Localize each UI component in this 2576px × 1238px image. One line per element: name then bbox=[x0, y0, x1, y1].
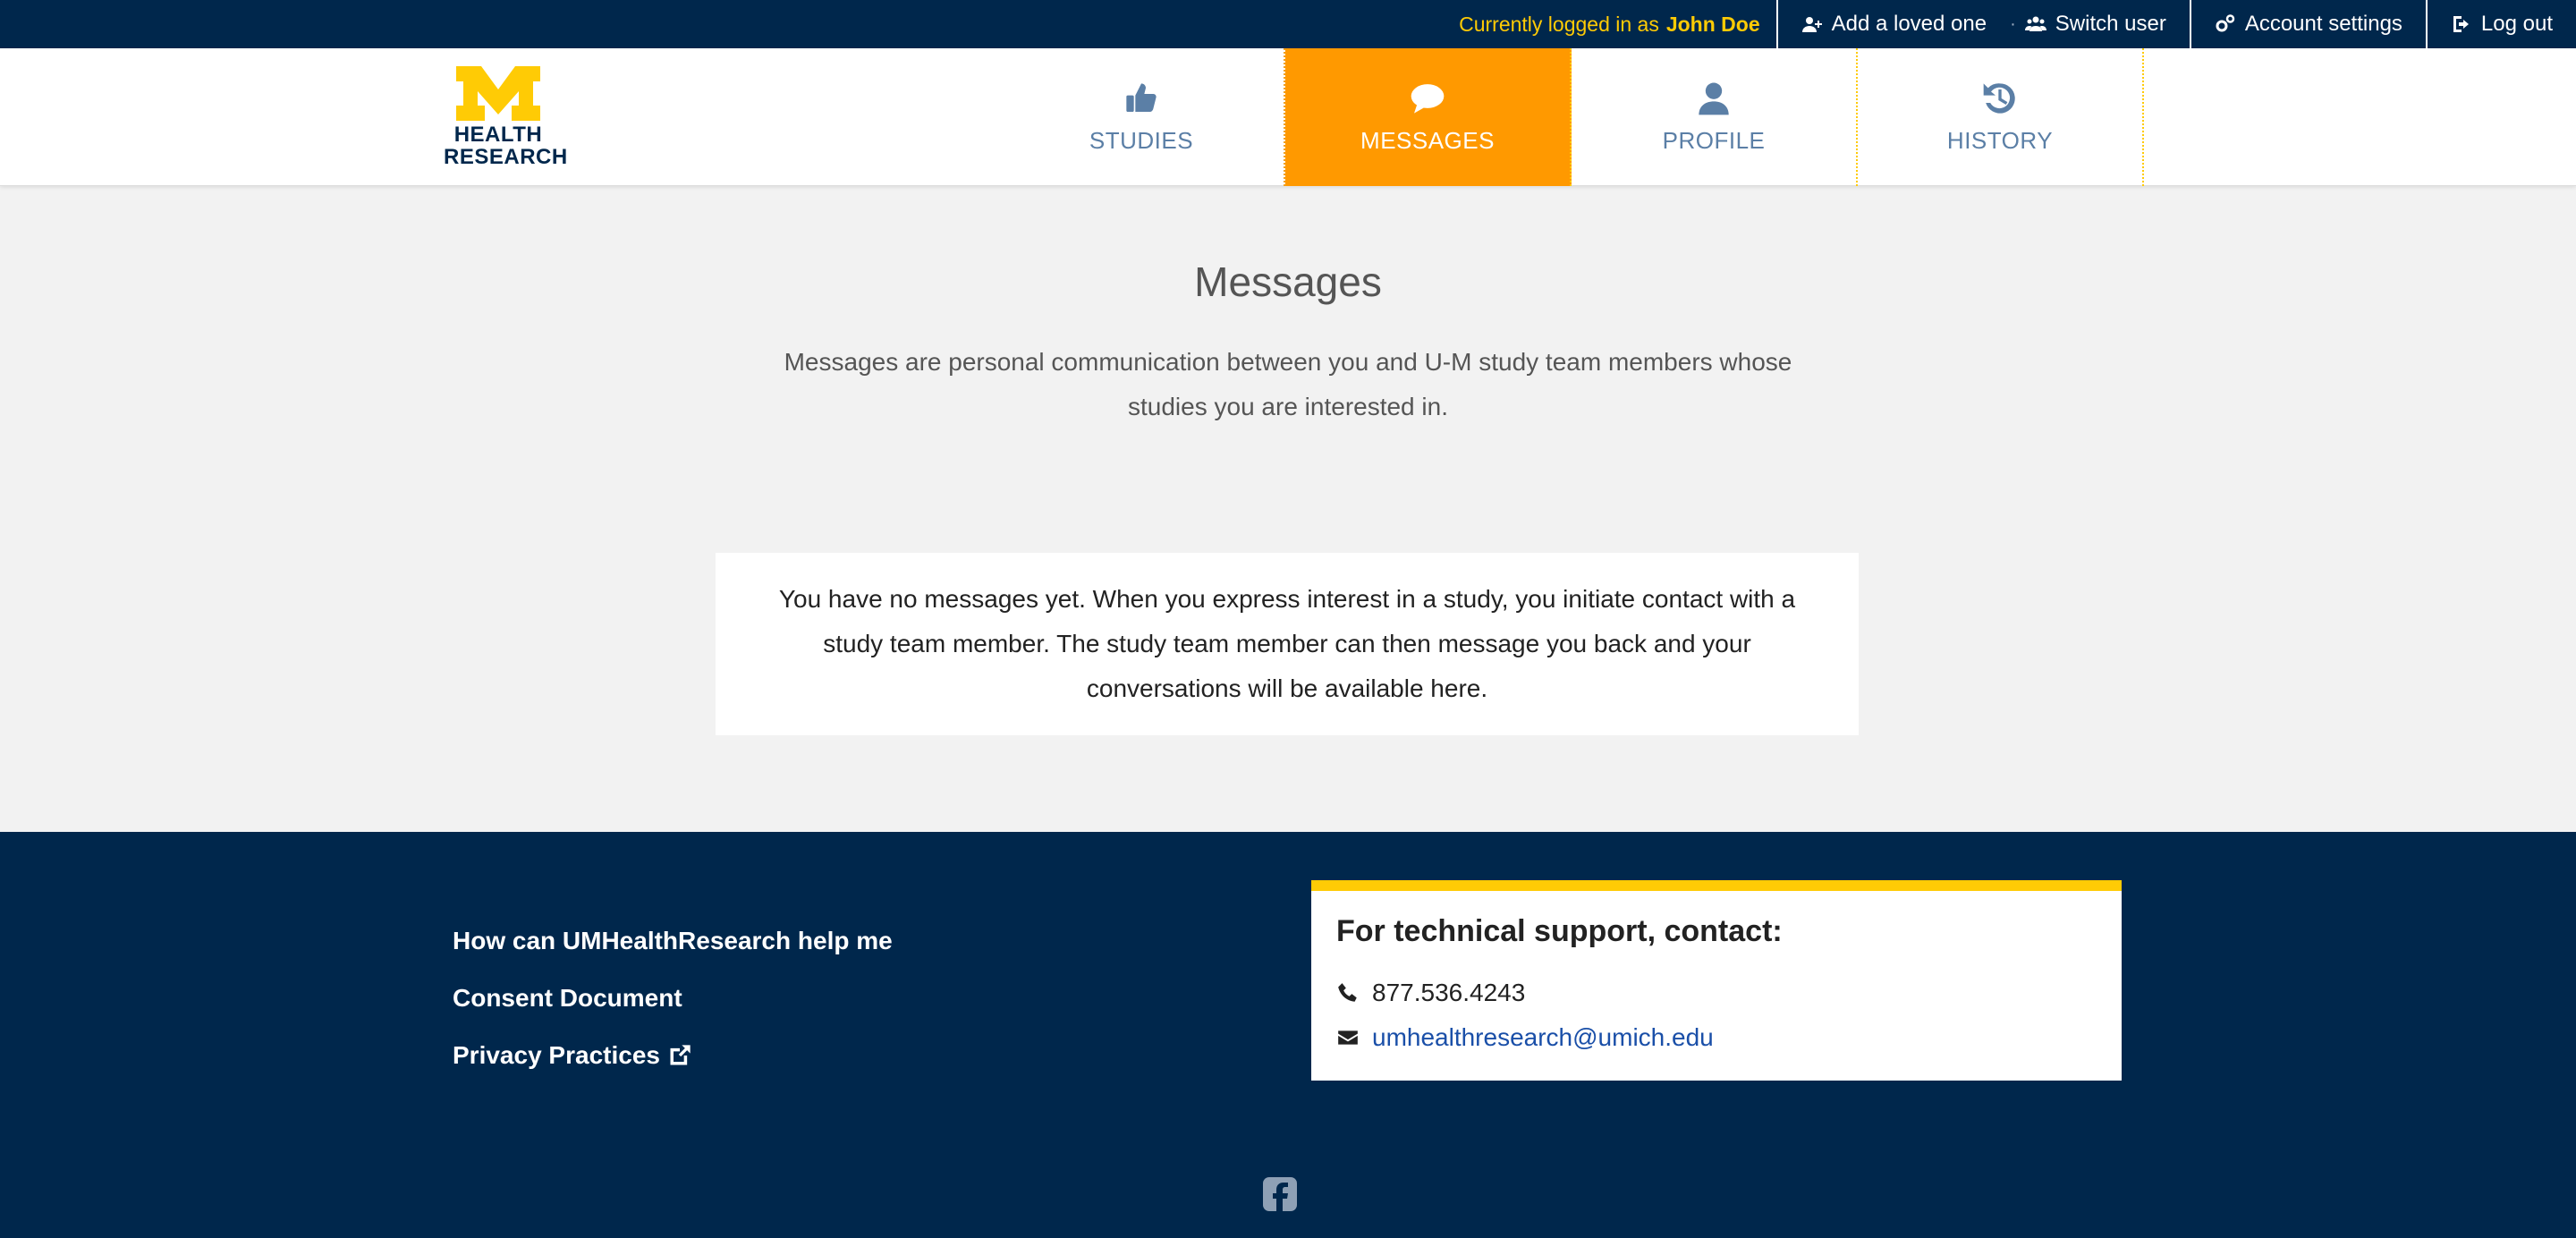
sign-out-icon bbox=[2453, 16, 2469, 32]
nav-tab-messages-label: MESSAGES bbox=[1360, 126, 1495, 154]
log-out-link[interactable]: Log out bbox=[2425, 0, 2576, 48]
support-phone: 877.536.4243 bbox=[1372, 979, 1526, 1006]
switch-user-label: Switch user bbox=[2055, 12, 2166, 36]
account-settings-link[interactable]: Account settings bbox=[2189, 0, 2426, 48]
current-user-name: John Doe bbox=[1665, 12, 1760, 36]
nav-tab-messages[interactable]: MESSAGES bbox=[1285, 48, 1572, 186]
history-icon bbox=[1983, 82, 2015, 114]
topbar-separator: · bbox=[2010, 13, 2016, 34]
user-plus-icon bbox=[1801, 17, 1822, 32]
nav-tab-history-label: HISTORY bbox=[1946, 126, 2054, 154]
empty-messages-text: You have no messages yet. When you expre… bbox=[778, 585, 1796, 702]
facebook-link[interactable] bbox=[1263, 1177, 1297, 1211]
external-link-icon bbox=[670, 1045, 691, 1065]
site-footer: How can UMHealthResearch help me Consent… bbox=[0, 832, 2576, 1238]
empty-messages-panel: You have no messages yet. When you expre… bbox=[716, 553, 1859, 735]
footer-link-consent-label: Consent Document bbox=[453, 984, 682, 1012]
footer-links: How can UMHealthResearch help me Consent… bbox=[453, 912, 893, 1084]
page-intro: Messages are personal communication betw… bbox=[784, 348, 1792, 420]
support-email-link[interactable]: umhealthresearch@umich.edu bbox=[1372, 1023, 1714, 1052]
top-utility-bar: Currently logged in as John Doe Add a lo… bbox=[0, 0, 2576, 48]
gears-icon bbox=[2216, 14, 2235, 32]
footer-link-privacy-label: Privacy Practices bbox=[453, 1041, 660, 1069]
nav-tab-studies[interactable]: STUDIES bbox=[999, 48, 1285, 186]
account-settings-label: Account settings bbox=[2244, 12, 2402, 36]
footer-link-help-label: How can UMHealthResearch help me bbox=[453, 927, 893, 954]
nav-tab-profile[interactable]: PROFILE bbox=[1572, 48, 1858, 186]
switch-user-link[interactable]: Switch user bbox=[2020, 0, 2190, 48]
support-email-row: umhealthresearch@umich.edu bbox=[1336, 1015, 2097, 1060]
logo-line-health: HEALTH bbox=[453, 123, 543, 147]
site-header: HEALTH RESEARCH STUDIES MESSAGES PROFILE… bbox=[0, 48, 2576, 186]
user-icon bbox=[1699, 82, 1729, 114]
nav-tab-studies-label: STUDIES bbox=[1089, 126, 1194, 154]
login-status: Currently logged in as John Doe bbox=[1459, 0, 1776, 48]
facebook-icon bbox=[1273, 1183, 1288, 1211]
add-loved-one-link[interactable]: Add a loved one bbox=[1775, 0, 2010, 48]
footer-link-help[interactable]: How can UMHealthResearch help me bbox=[453, 912, 893, 970]
footer-link-privacy[interactable]: Privacy Practices bbox=[453, 1027, 893, 1084]
envelope-icon bbox=[1338, 1030, 1358, 1045]
nav-tab-profile-label: PROFILE bbox=[1662, 126, 1766, 154]
log-out-label: Log out bbox=[2480, 12, 2553, 36]
footer-link-consent[interactable]: Consent Document bbox=[453, 970, 893, 1027]
nav-tab-history[interactable]: HISTORY bbox=[1858, 48, 2144, 186]
users-icon bbox=[2024, 16, 2046, 31]
support-phone-row: 877.536.4243 bbox=[1336, 971, 2097, 1015]
main-nav: STUDIES MESSAGES PROFILE HISTORY bbox=[999, 48, 2144, 186]
logo-wordmark: HEALTH RESEARCH bbox=[444, 123, 568, 169]
thumbs-up-icon bbox=[1126, 82, 1157, 112]
login-status-prefix: Currently logged in as bbox=[1459, 12, 1659, 36]
add-loved-one-label: Add a loved one bbox=[1831, 12, 1987, 36]
logo-line-research: RESEARCH bbox=[444, 145, 568, 169]
support-title: For technical support, contact: bbox=[1336, 914, 1783, 948]
technical-support-card: For technical support, contact: 877.536.… bbox=[1311, 880, 2122, 1081]
page-title: Messages bbox=[1194, 259, 1382, 305]
phone-icon bbox=[1338, 983, 1357, 1002]
comment-icon bbox=[1411, 83, 1445, 114]
